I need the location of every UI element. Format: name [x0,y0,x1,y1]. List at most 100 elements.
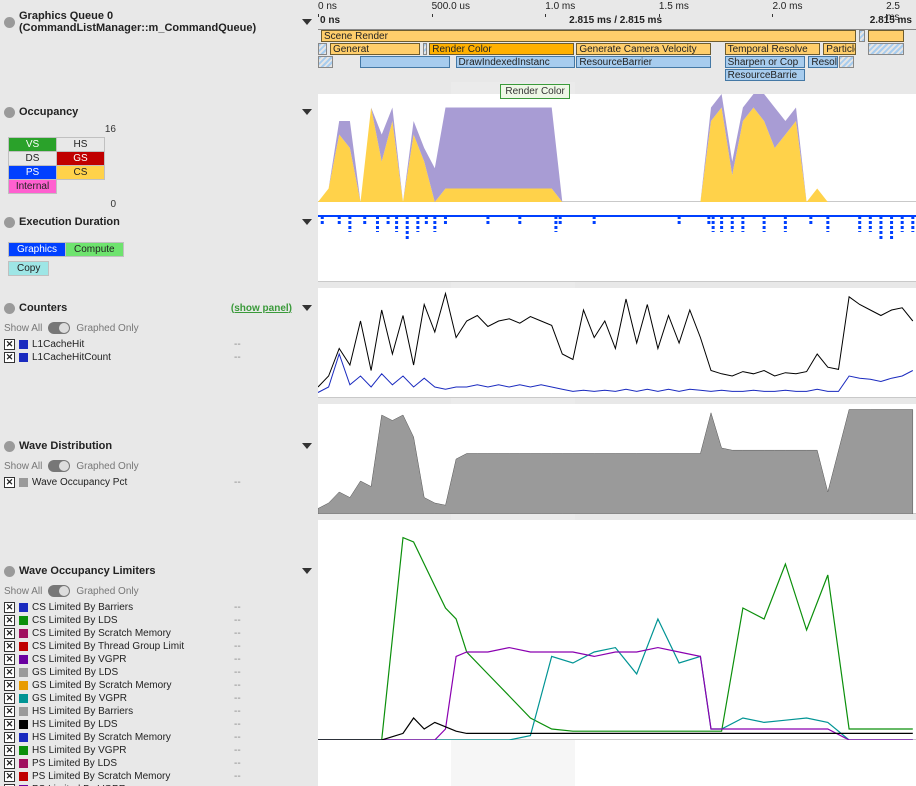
list-item[interactable]: ✕CS Limited By Barriers-- [2,601,316,614]
chart-occupancy[interactable] [318,94,916,202]
occupancy-title: Occupancy [19,106,298,118]
graphics-queue-header[interactable]: Graphics Queue 0 (CommandListManager::m_… [2,4,316,40]
list-item[interactable]: ✕ HS Limited By LDS -- [2,718,316,731]
block-hatch[interactable] [318,43,327,55]
block-resol[interactable]: Resol [808,56,838,68]
checkbox[interactable]: ✕ [4,745,15,756]
item-value: -- [234,731,314,744]
list-item[interactable]: ✕L1CacheHit-- [2,338,316,351]
wave-lim-list: ✕ CS Limited By Barriers -- ✕CS Limited By … [2,601,316,786]
block-hatch[interactable] [868,43,904,55]
list-item[interactable]: ✕L1CacheHitCount-- [2,351,316,364]
list-item[interactable]: ✕GS Limited By VGPR-- [2,692,316,705]
checkbox[interactable]: ✕ [4,641,15,652]
item-label: CS Limited By Barriers [32,601,230,614]
timeline-lanes[interactable]: Scene Render Generat Render Color Genera… [318,30,916,82]
block-sharpen[interactable]: Sharpen or Cop [725,56,806,68]
list-item[interactable]: ✕Wave Occupancy Pct-- [2,476,316,489]
block-scene-render[interactable]: Scene Render [321,30,856,42]
list-item[interactable]: ✕GS Limited By Scratch Memory-- [2,679,316,692]
block-res-barrier[interactable]: ResourceBarrier [576,56,711,68]
occupancy-header[interactable]: Occupancy [2,100,316,124]
chart-wave-dist[interactable] [318,404,916,514]
chevron-down-icon[interactable] [302,19,312,25]
checkbox[interactable]: ✕ [4,339,15,350]
block-other[interactable] [868,30,904,42]
shader-legend-table: VS HS DS GS PS CS Internal [8,137,105,194]
list-item[interactable]: ✕HS Limited By VGPR-- [2,744,316,757]
gear-icon[interactable] [4,17,15,28]
block-hatch[interactable] [318,56,333,68]
time-ruler[interactable]: 0 ns500.0 us1.0 ms1.5 ms2.0 ms2.5 ms 0 n… [318,0,916,30]
list-item[interactable]: ✕PS Limited By Scratch Memory-- [2,770,316,783]
block-particle[interactable]: Particle [823,43,855,55]
item-label: HS Limited By LDS [32,718,230,731]
checkbox[interactable]: ✕ [4,771,15,782]
pipeline-legend-copy: Copy [8,261,49,276]
checkbox[interactable]: ✕ [4,628,15,639]
checkbox[interactable]: ✕ [4,477,15,488]
checkbox[interactable]: ✕ [4,667,15,678]
graphed-only-toggle[interactable] [48,585,70,597]
list-item[interactable]: ✕CS Limited By LDS-- [2,614,316,627]
gear-icon[interactable] [4,441,15,452]
block-render-color[interactable]: Render Color [429,43,574,55]
list-item[interactable]: ✕PS Limited By LDS-- [2,757,316,770]
graphed-only-toggle[interactable] [48,322,70,334]
counters-header[interactable]: Counters (show panel) [2,296,316,320]
block-draw-indexed[interactable]: DrawIndexedInstanc [456,56,576,68]
gear-icon[interactable] [4,303,15,314]
wave-dist-header[interactable]: Wave Distribution [2,434,316,458]
checkbox[interactable]: ✕ [4,654,15,665]
chart-exec-duration[interactable] [318,202,916,282]
checkbox[interactable]: ✕ [4,615,15,626]
block-hatch[interactable] [423,43,427,55]
checkbox[interactable]: ✕ [4,680,15,691]
checkbox[interactable]: ✕ [4,693,15,704]
checkbox[interactable]: ✕ [4,602,15,613]
show-panel-link[interactable]: (show panel) [231,303,292,314]
item-label: L1CacheHit [32,338,230,351]
gear-icon[interactable] [4,566,15,577]
block-blue[interactable] [360,56,450,68]
chevron-down-icon[interactable] [302,568,312,574]
color-swatch [19,668,28,677]
checkbox[interactable]: ✕ [4,352,15,363]
legend-ds: DS [9,152,57,166]
exec-duration-header[interactable]: Execution Duration [2,210,316,234]
ruler-tick: 500.0 us [432,1,470,12]
list-item[interactable]: ✕CS Limited By Scratch Memory-- [2,627,316,640]
gear-icon[interactable] [4,217,15,228]
chart-counters[interactable] [318,288,916,398]
gear-icon[interactable] [4,107,15,118]
counters-list: ✕L1CacheHit--✕L1CacheHitCount-- [2,338,316,364]
list-item[interactable]: ✕HS Limited By Scratch Memory-- [2,731,316,744]
list-item[interactable]: ✕HS Limited By Barriers-- [2,705,316,718]
item-value: -- [234,718,314,731]
item-value: -- [234,757,314,770]
chevron-down-icon[interactable] [302,219,312,225]
legend-graphics: Graphics [9,243,66,256]
block-res-barrie[interactable]: ResourceBarrie [725,69,806,81]
chevron-down-icon[interactable] [302,443,312,449]
chevron-down-icon[interactable] [302,109,312,115]
block-temporal[interactable]: Temporal Resolve [725,43,821,55]
item-label: GS Limited By Scratch Memory [32,679,230,692]
list-item[interactable]: ✕GS Limited By LDS-- [2,666,316,679]
checkbox[interactable]: ✕ [4,758,15,769]
svg-wavelim [318,520,916,740]
chart-wave-lim[interactable] [318,520,916,740]
graphed-only-toggle[interactable] [48,460,70,472]
block-hatch[interactable] [839,56,854,68]
chevron-down-icon[interactable] [302,305,312,311]
block-generat[interactable]: Generat [330,43,420,55]
checkbox[interactable]: ✕ [4,706,15,717]
checkbox[interactable]: ✕ [4,719,15,730]
wave-lim-header[interactable]: Wave Occupancy Limiters [2,559,316,583]
list-item[interactable]: ✕CS Limited By VGPR-- [2,653,316,666]
pipeline-legend: Graphics Compute [8,242,124,257]
checkbox[interactable]: ✕ [4,732,15,743]
block-hatch[interactable] [859,30,865,42]
list-item[interactable]: ✕CS Limited By Thread Group Limit-- [2,640,316,653]
block-gen-cam-vel[interactable]: Generate Camera Velocity [576,43,711,55]
